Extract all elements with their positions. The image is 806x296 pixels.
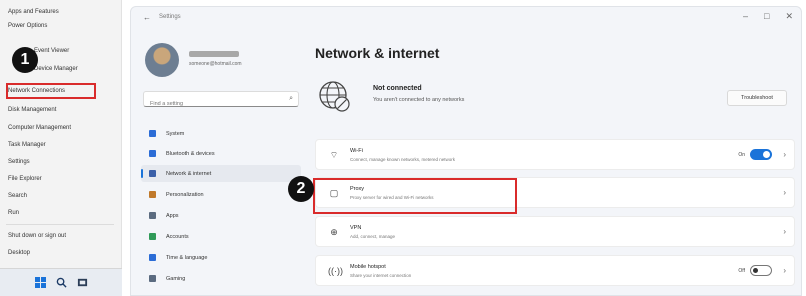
search-icon[interactable] bbox=[56, 277, 67, 288]
avatar bbox=[145, 43, 179, 77]
winx-item-shutdown[interactable]: Shut down or sign out bbox=[8, 233, 66, 239]
task-view-icon[interactable] bbox=[77, 277, 88, 288]
winx-item-search[interactable]: Search bbox=[8, 193, 27, 199]
bluetooth-icon bbox=[149, 150, 156, 157]
globe-icon bbox=[319, 81, 350, 112]
status-title: Not connected bbox=[373, 85, 422, 92]
network-icon bbox=[149, 170, 156, 177]
back-arrow-icon[interactable]: ← bbox=[143, 13, 151, 22]
wifi-icon: ⌔ bbox=[329, 150, 339, 160]
window-title: Settings bbox=[159, 14, 181, 20]
wifi-toggle[interactable] bbox=[750, 149, 772, 160]
sidebar-item-apps[interactable]: Apps bbox=[141, 207, 301, 224]
step-marker-1: 1 bbox=[12, 47, 38, 73]
sidebar-item-gaming[interactable]: Gaming bbox=[141, 270, 301, 287]
gaming-icon bbox=[149, 275, 156, 282]
sidebar-item-system[interactable]: System bbox=[141, 125, 301, 142]
user-email: someone@hotmail.com bbox=[189, 61, 242, 67]
window-controls: – □ ✕ bbox=[743, 11, 793, 22]
taskbar bbox=[0, 268, 122, 296]
winx-item-event-viewer[interactable]: Event Viewer bbox=[34, 48, 69, 54]
time-language-icon bbox=[149, 254, 156, 261]
sidebar-item-network[interactable]: Network & internet bbox=[141, 165, 301, 182]
card-title: Wi-Fi bbox=[350, 148, 363, 154]
chevron-right-icon: › bbox=[783, 227, 786, 236]
user-name bbox=[189, 51, 239, 57]
toggle-label: On bbox=[738, 151, 745, 158]
winx-item-run[interactable]: Run bbox=[8, 210, 19, 216]
page-title: Network & internet bbox=[315, 45, 440, 61]
sidebar-item-label: System bbox=[166, 130, 185, 137]
main-content: Network & internet Not connected You are… bbox=[315, 31, 799, 295]
hotspot-icon: ((·)) bbox=[328, 266, 343, 276]
wifi-toggle-wrap: On bbox=[738, 149, 772, 160]
hotspot-toggle-wrap: Off bbox=[738, 265, 772, 276]
settings-window: ← Settings – □ ✕ someone@hotmail.com ⌕ S… bbox=[130, 6, 802, 296]
wifi-card[interactable]: ⌔ Wi-Fi Connect, manage known networks, … bbox=[315, 139, 795, 170]
chevron-right-icon: › bbox=[783, 188, 786, 197]
search-box: ⌕ bbox=[143, 91, 299, 111]
sidebar-item-accounts[interactable]: Accounts bbox=[141, 228, 301, 245]
connection-status: Not connected You aren't connected to an… bbox=[315, 73, 795, 123]
apps-icon bbox=[149, 212, 156, 219]
card-subtitle: Add, connect, manage bbox=[350, 234, 396, 239]
winx-item-apps-features[interactable]: Apps and Features bbox=[8, 9, 59, 15]
sidebar-item-label: Network & internet bbox=[166, 170, 212, 177]
close-button[interactable]: ✕ bbox=[785, 11, 793, 22]
winx-item-file-explorer[interactable]: File Explorer bbox=[8, 176, 42, 182]
troubleshoot-button[interactable]: Troubleshoot bbox=[727, 90, 787, 106]
sidebar-item-label: Personalization bbox=[166, 191, 204, 198]
sidebar-item-personalization[interactable]: Personalization bbox=[141, 186, 301, 203]
winx-item-power-options[interactable]: Power Options bbox=[8, 23, 47, 29]
network-connections-highlight bbox=[6, 83, 96, 99]
search-input[interactable] bbox=[144, 97, 279, 111]
card-title: VPN bbox=[350, 225, 362, 231]
screenshot-root: Apps and Features Power Options Event Vi… bbox=[0, 0, 806, 296]
maximize-button[interactable]: □ bbox=[764, 11, 769, 22]
winx-menu: Apps and Features Power Options Event Vi… bbox=[0, 0, 122, 296]
card-title: Mobile hotspot bbox=[350, 264, 386, 270]
step-marker-2: 2 bbox=[288, 176, 314, 202]
sidebar-item-time-language[interactable]: Time & language bbox=[141, 249, 301, 266]
winx-separator bbox=[6, 224, 114, 225]
status-subtitle: You aren't connected to any networks bbox=[373, 97, 465, 103]
system-icon bbox=[149, 130, 156, 137]
winx-item-desktop[interactable]: Desktop bbox=[8, 250, 30, 256]
settings-sidebar: someone@hotmail.com ⌕ System Bluetooth &… bbox=[131, 31, 311, 295]
sidebar-item-bluetooth[interactable]: Bluetooth & devices bbox=[141, 145, 301, 162]
winx-item-device-manager[interactable]: Device Manager bbox=[34, 66, 78, 72]
winx-item-disk-management[interactable]: Disk Management bbox=[8, 107, 56, 113]
hotspot-toggle[interactable] bbox=[750, 265, 772, 276]
toggle-label: Off bbox=[738, 267, 745, 274]
card-subtitle: Share your internet connection bbox=[350, 273, 412, 278]
card-subtitle: Connect, manage known networks, metered … bbox=[350, 157, 456, 162]
search-icon[interactable]: ⌕ bbox=[289, 95, 293, 103]
vpn-card[interactable]: ⊕ VPN Add, connect, manage › bbox=[315, 216, 795, 247]
winx-item-settings[interactable]: Settings bbox=[8, 159, 30, 165]
sidebar-item-label: Bluetooth & devices bbox=[166, 150, 215, 157]
start-icon[interactable] bbox=[34, 277, 46, 288]
sidebar-item-label: Apps bbox=[166, 212, 179, 219]
minimize-button[interactable]: – bbox=[743, 11, 748, 22]
vpn-icon: ⊕ bbox=[330, 227, 338, 237]
title-bar: ← Settings – □ ✕ bbox=[131, 7, 801, 29]
accounts-icon bbox=[149, 233, 156, 240]
chevron-right-icon: › bbox=[783, 150, 786, 159]
personalization-icon bbox=[149, 191, 156, 198]
sidebar-item-label: Accounts bbox=[166, 233, 189, 240]
proxy-highlight bbox=[313, 178, 517, 214]
chevron-right-icon: › bbox=[783, 266, 786, 275]
sidebar-item-label: Time & language bbox=[166, 254, 208, 261]
winx-item-computer-management[interactable]: Computer Management bbox=[8, 125, 71, 131]
sidebar-item-label: Gaming bbox=[166, 275, 186, 282]
mobile-hotspot-card[interactable]: ((·)) Mobile hotspot Share your internet… bbox=[315, 255, 795, 286]
winx-item-task-manager[interactable]: Task Manager bbox=[8, 142, 46, 148]
